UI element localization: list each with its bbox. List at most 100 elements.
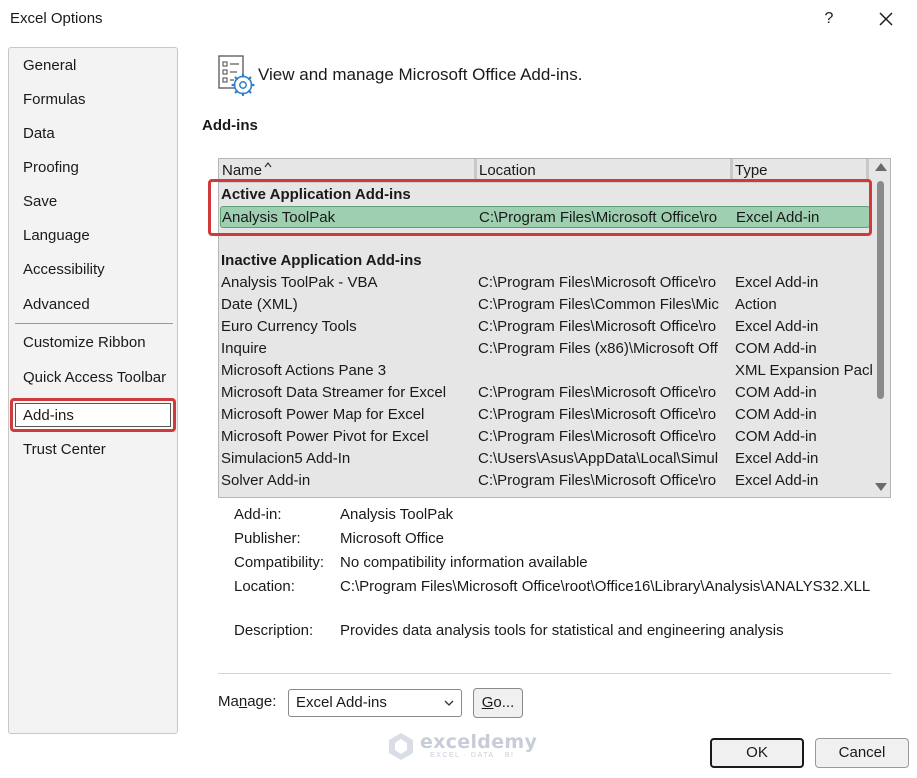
- scroll-up-arrow-icon[interactable]: [875, 163, 887, 171]
- row-name: Inquire: [221, 340, 267, 357]
- manage-label-prefix: Ma: [218, 693, 239, 710]
- list-item[interactable]: Analysis ToolPak - VBA C:\Program Files\…: [220, 272, 870, 294]
- list-item[interactable]: Microsoft Power Map for Excel C:\Program…: [220, 404, 870, 426]
- column-header-type[interactable]: Type: [733, 159, 869, 181]
- list-item[interactable]: Euro Currency Tools C:\Program Files\Mic…: [220, 316, 870, 338]
- exceldemy-watermark: exceldemy EXCEL · DATA · BI: [386, 729, 538, 763]
- row-type: Excel Add-in: [735, 274, 819, 291]
- column-header-name[interactable]: Name: [221, 159, 477, 181]
- sidebar-item-quick-access-toolbar[interactable]: Quick Access Toolbar: [23, 367, 166, 389]
- detail-publisher-label: Publisher:: [234, 530, 301, 547]
- page-heading: View and manage Microsoft Office Add-ins…: [258, 65, 583, 84]
- list-item[interactable]: Microsoft Actions Pane 3 XML Expansion P…: [220, 360, 873, 382]
- row-type: Excel Add-in: [735, 318, 819, 335]
- scroll-down-arrow-icon[interactable]: [875, 483, 887, 491]
- list-scrollbar[interactable]: [872, 159, 890, 497]
- sidebar-item-customize-ribbon[interactable]: Customize Ribbon: [23, 332, 146, 354]
- sidebar-item-formulas[interactable]: Formulas: [23, 89, 86, 111]
- row-type: COM Add-in: [735, 384, 817, 401]
- row-type: Action: [735, 296, 777, 313]
- add-ins-section-title: Add-ins: [202, 117, 258, 134]
- row-name: Microsoft Power Map for Excel: [221, 406, 425, 423]
- go-button-accelerator: G: [481, 694, 494, 711]
- manage-label-accelerator: n: [238, 693, 248, 710]
- title-bar: Excel Options ?: [0, 0, 917, 38]
- row-type: Excel Add-in: [736, 209, 820, 226]
- row-location: C:\Program Files\Microsoft Office\ro: [478, 406, 717, 423]
- chevron-down-icon: [444, 700, 454, 706]
- row-type: COM Add-in: [735, 406, 817, 423]
- close-button[interactable]: [872, 5, 900, 33]
- active-group-heading: Active Application Add-ins: [221, 186, 411, 203]
- close-icon: [879, 12, 893, 26]
- scroll-thumb[interactable]: [877, 181, 884, 399]
- row-name: Euro Currency Tools: [221, 318, 357, 335]
- detail-description-value: Provides data analysis tools for statist…: [340, 622, 784, 639]
- sidebar: General Formulas Data Proofing Save Lang…: [8, 47, 178, 734]
- row-name: Microsoft Actions Pane 3: [221, 362, 387, 379]
- detail-description-label: Description:: [234, 622, 314, 639]
- list-item[interactable]: Solver Add-in C:\Program Files\Microsoft…: [220, 470, 870, 492]
- detail-compatibility-value: No compatibility information available: [340, 554, 588, 571]
- row-name: Analysis ToolPak - VBA: [221, 274, 378, 291]
- row-location: C:\Program Files\Common Files\Mic: [478, 296, 719, 313]
- detail-location-label: Location:: [234, 578, 295, 595]
- sidebar-item-accessibility[interactable]: Accessibility: [23, 259, 105, 281]
- go-button[interactable]: Go...: [473, 688, 523, 718]
- cancel-button[interactable]: Cancel: [815, 738, 909, 768]
- row-name: Simulacion5 Add-In: [221, 450, 351, 467]
- sidebar-item-add-ins[interactable]: Add-ins: [23, 405, 74, 427]
- list-item[interactable]: Inquire C:\Program Files (x86)\Microsoft…: [220, 338, 870, 360]
- header-divider: [219, 181, 871, 183]
- watermark-tagline: EXCEL · DATA · BI: [430, 752, 515, 759]
- row-location: C:\Program Files\Microsoft Office\ro: [478, 274, 717, 291]
- manage-dropdown[interactable]: Excel Add-ins: [288, 689, 462, 717]
- ok-button[interactable]: OK: [710, 738, 804, 768]
- help-button[interactable]: ?: [815, 5, 843, 33]
- sidebar-item-data[interactable]: Data: [23, 123, 55, 145]
- row-location: C:\Program Files (x86)\Microsoft Off: [478, 340, 718, 357]
- sidebar-divider: [15, 323, 173, 324]
- watermark-name: exceldemy: [420, 731, 538, 753]
- sidebar-item-language[interactable]: Language: [23, 225, 90, 247]
- manage-label: Manage:: [218, 693, 276, 710]
- row-location: C:\Program Files\Microsoft Office\ro: [478, 472, 717, 489]
- row-type: Excel Add-in: [735, 450, 819, 467]
- sidebar-item-save[interactable]: Save: [23, 191, 57, 213]
- column-header-name-label: Name: [222, 162, 263, 179]
- sidebar-item-trust-center[interactable]: Trust Center: [23, 439, 106, 461]
- row-name: Microsoft Data Streamer for Excel: [221, 384, 447, 401]
- excel-options-dialog: Excel Options ? General Formulas Data Pr…: [0, 0, 917, 778]
- sidebar-item-advanced[interactable]: Advanced: [23, 294, 90, 316]
- row-name: Date (XML): [221, 296, 298, 313]
- row-type: XML Expansion Pack: [735, 362, 873, 379]
- row-location: C:\Users\Asus\AppData\Local\Simul: [478, 450, 719, 467]
- list-item[interactable]: Microsoft Data Streamer for Excel C:\Pro…: [220, 382, 870, 404]
- detail-compatibility-label: Compatibility:: [234, 554, 325, 571]
- sidebar-item-general[interactable]: General: [23, 55, 76, 77]
- exceldemy-logo-icon: [389, 733, 413, 760]
- manage-label-suffix: age:: [247, 693, 277, 710]
- row-name: Solver Add-in: [221, 472, 311, 489]
- row-location: C:\Program Files\Microsoft Office\ro: [478, 318, 717, 335]
- row-location: C:\Program Files\Microsoft Office\ro: [479, 209, 718, 226]
- detail-publisher-value: Microsoft Office: [340, 530, 444, 547]
- sidebar-item-proofing[interactable]: Proofing: [23, 157, 79, 179]
- detail-add-in-label: Add-in:: [234, 506, 282, 523]
- list-item-selected[interactable]: Analysis ToolPak C:\Program Files\Micros…: [220, 206, 870, 228]
- add-ins-list[interactable]: Name Location Type Active Application Ad…: [218, 158, 891, 498]
- add-ins-settings-icon: [216, 54, 256, 97]
- row-type: COM Add-in: [735, 428, 817, 445]
- column-header-location[interactable]: Location: [477, 159, 733, 181]
- go-button-label: o...: [493, 694, 515, 711]
- window-title: Excel Options: [10, 10, 103, 27]
- row-location: C:\Program Files\Microsoft Office\ro: [478, 428, 717, 445]
- list-item[interactable]: Simulacion5 Add-In C:\Users\Asus\AppData…: [220, 448, 870, 470]
- list-item[interactable]: Microsoft Power Pivot for Excel C:\Progr…: [220, 426, 870, 448]
- row-name: Microsoft Power Pivot for Excel: [221, 428, 429, 445]
- list-item[interactable]: Date (XML) C:\Program Files\Common Files…: [220, 294, 870, 316]
- row-type: COM Add-in: [735, 340, 817, 357]
- detail-add-in-value: Analysis ToolPak: [340, 506, 454, 523]
- row-name: Analysis ToolPak: [222, 209, 336, 226]
- manage-divider: [218, 673, 891, 674]
